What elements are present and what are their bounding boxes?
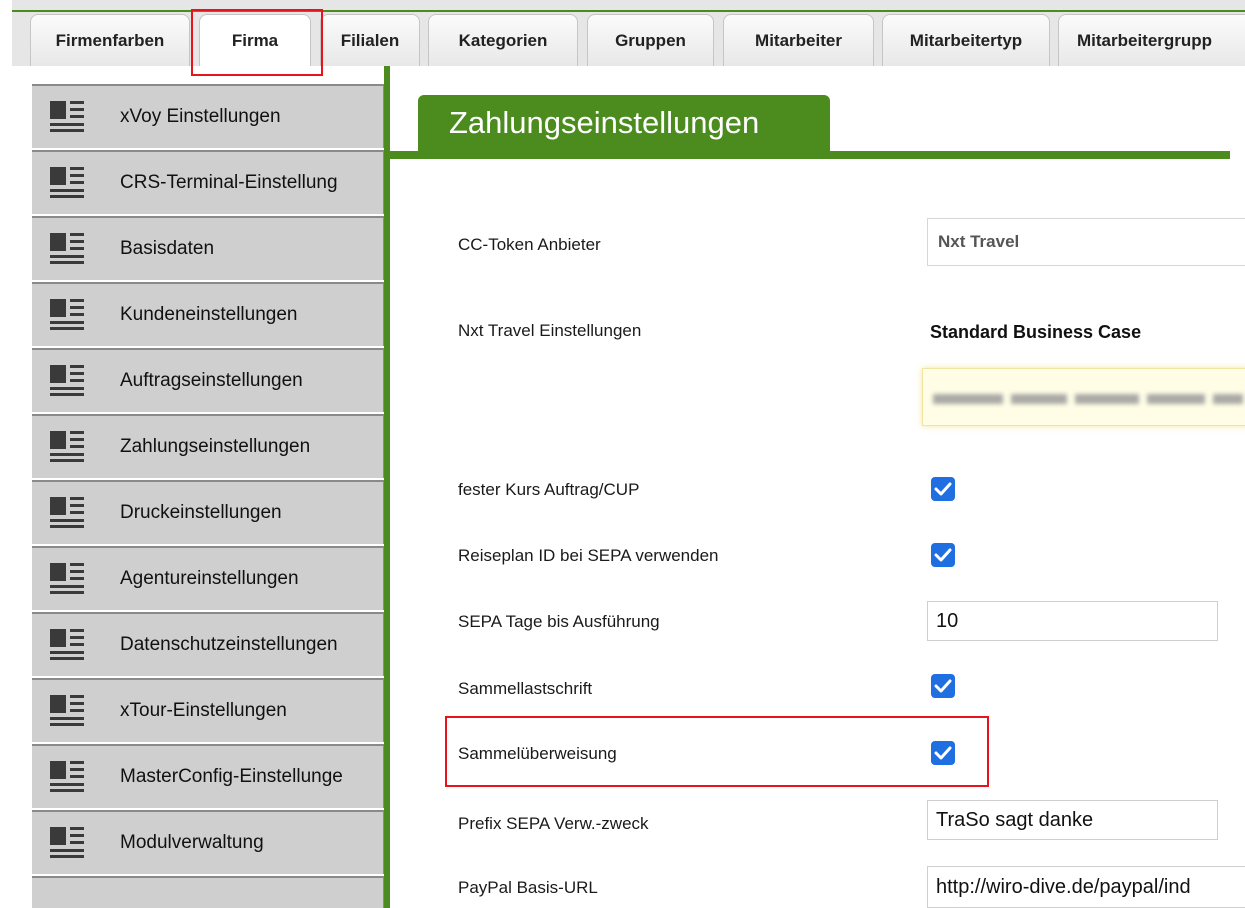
paypal-url-label: PayPal Basis-URL — [458, 878, 598, 897]
sidebar-item-label: MasterConfig-Einstellunge — [120, 766, 343, 787]
sidebar-item-label: Agentureinstellungen — [120, 568, 299, 589]
redacted-text-block — [1011, 394, 1067, 404]
redacted-text-block — [1147, 394, 1205, 404]
sidebar-item-datenschutzeinstellungen[interactable]: Datenschutzeinstellungen — [32, 612, 384, 676]
checkmark-icon — [934, 482, 952, 496]
checkmark-icon — [934, 548, 952, 562]
redacted-text-block — [1075, 394, 1139, 404]
sammellastschrift-checkbox[interactable] — [931, 674, 955, 698]
fixed-rate-label: fester Kurs Auftrag/CUP — [458, 480, 640, 499]
document-list-icon — [50, 365, 84, 396]
reiseplan-id-checkbox[interactable] — [931, 543, 955, 567]
prefix-input[interactable] — [927, 800, 1218, 840]
sidebar-item-auftragseinstellungen[interactable]: Auftragseinstellungen — [32, 348, 384, 412]
sidebar-item-xtour-einstellungen[interactable]: xTour-Einstellungen — [32, 678, 384, 742]
fixed-rate-checkbox[interactable] — [931, 477, 955, 501]
sidebar-item-label: Kundeneinstellungen — [120, 304, 298, 325]
panel-title-rule — [390, 151, 1230, 159]
document-list-icon — [50, 827, 84, 858]
redacted-text-block — [1213, 394, 1243, 404]
tab-gruppen[interactable]: Gruppen — [587, 14, 714, 66]
sidebar-item-label: Datenschutzeinstellungen — [120, 634, 338, 655]
sidebar-item-label: xVoy Einstellungen — [120, 106, 281, 127]
sidebar-item-label: Modulverwaltung — [120, 832, 264, 853]
nxt-travel-settings-value: Standard Business Case — [930, 322, 1142, 342]
document-list-icon — [50, 497, 84, 528]
sammellastschrift-label: Sammellastschrift — [458, 679, 593, 698]
document-list-icon — [50, 761, 84, 792]
sidebar-item-partial[interactable] — [32, 876, 384, 908]
tab-firma[interactable]: Firma — [199, 14, 311, 66]
document-list-icon — [50, 629, 84, 660]
sidebar-item-druckeinstellungen[interactable]: Druckeinstellungen — [32, 480, 384, 544]
document-list-icon — [50, 299, 84, 330]
document-list-icon — [50, 563, 84, 594]
tab-bar-accent-line — [12, 10, 1245, 12]
document-list-icon — [50, 233, 84, 264]
sidebar-item-agentureinstellungen[interactable]: Agentureinstellungen — [32, 546, 384, 610]
tab-filialen[interactable]: Filialen — [320, 14, 420, 66]
document-list-icon — [50, 167, 84, 198]
sammelueberweisung-label: Sammelüberweisung — [458, 744, 617, 763]
redacted-field[interactable] — [922, 368, 1245, 426]
cc-token-label: CC-Token Anbieter — [458, 235, 601, 254]
top-tab-bar: Firmenfarben Firma Filialen Kategorien G… — [12, 0, 1245, 66]
checkmark-icon — [934, 679, 952, 693]
tab-firmenfarben[interactable]: Firmenfarben — [30, 14, 190, 66]
document-list-icon — [50, 695, 84, 726]
paypal-url-input[interactable] — [927, 866, 1245, 908]
tab-mitarbeiter[interactable]: Mitarbeiter — [723, 14, 874, 66]
sidebar-item-label: CRS-Terminal-Einstellung — [120, 172, 338, 193]
sidebar-item-label: Auftragseinstellungen — [120, 370, 303, 391]
sepa-days-label: SEPA Tage bis Ausführung — [458, 612, 660, 631]
sepa-days-input[interactable] — [927, 601, 1218, 641]
redacted-text-block — [933, 394, 1003, 404]
sidebar-item-zahlungseinstellungen[interactable]: Zahlungseinstellungen — [32, 414, 384, 478]
checkmark-icon — [934, 746, 952, 760]
sidebar-item-masterconfig-einstellungen[interactable]: MasterConfig-Einstellunge — [32, 744, 384, 808]
sidebar-divider — [384, 66, 390, 908]
sidebar-item-label: Zahlungseinstellungen — [120, 436, 311, 457]
document-list-icon — [50, 431, 84, 462]
panel-title: Zahlungseinstellungen — [418, 95, 830, 151]
nxt-travel-settings-label: Nxt Travel Einstellungen — [458, 321, 642, 340]
sidebar-item-crs-terminal-einstellungen[interactable]: CRS-Terminal-Einstellung — [32, 150, 384, 214]
sammelueberweisung-checkbox[interactable] — [931, 741, 955, 765]
settings-sidebar: xVoy Einstellungen CRS-Terminal-Einstell… — [32, 84, 384, 908]
tab-mitarbeitertyp[interactable]: Mitarbeitertyp — [882, 14, 1050, 66]
tab-kategorien[interactable]: Kategorien — [428, 14, 578, 66]
sidebar-item-modulverwaltung[interactable]: Modulverwaltung — [32, 810, 384, 874]
sidebar-item-xvoy-einstellungen[interactable]: xVoy Einstellungen — [32, 84, 384, 148]
cc-token-select[interactable]: Nxt Travel — [927, 218, 1245, 266]
sidebar-item-label: Basisdaten — [120, 238, 215, 259]
sidebar-item-label: xTour-Einstellungen — [120, 700, 287, 721]
sidebar-item-kundeneinstellungen[interactable]: Kundeneinstellungen — [32, 282, 384, 346]
sidebar-item-basisdaten[interactable]: Basisdaten — [32, 216, 384, 280]
sidebar-item-label: Druckeinstellungen — [120, 502, 282, 523]
prefix-label: Prefix SEPA Verw.-zweck — [458, 814, 649, 833]
document-list-icon — [50, 101, 84, 132]
reiseplan-id-label: Reiseplan ID bei SEPA verwenden — [458, 546, 719, 565]
tab-mitarbeitergruppen[interactable]: Mitarbeitergrupp — [1058, 14, 1245, 66]
